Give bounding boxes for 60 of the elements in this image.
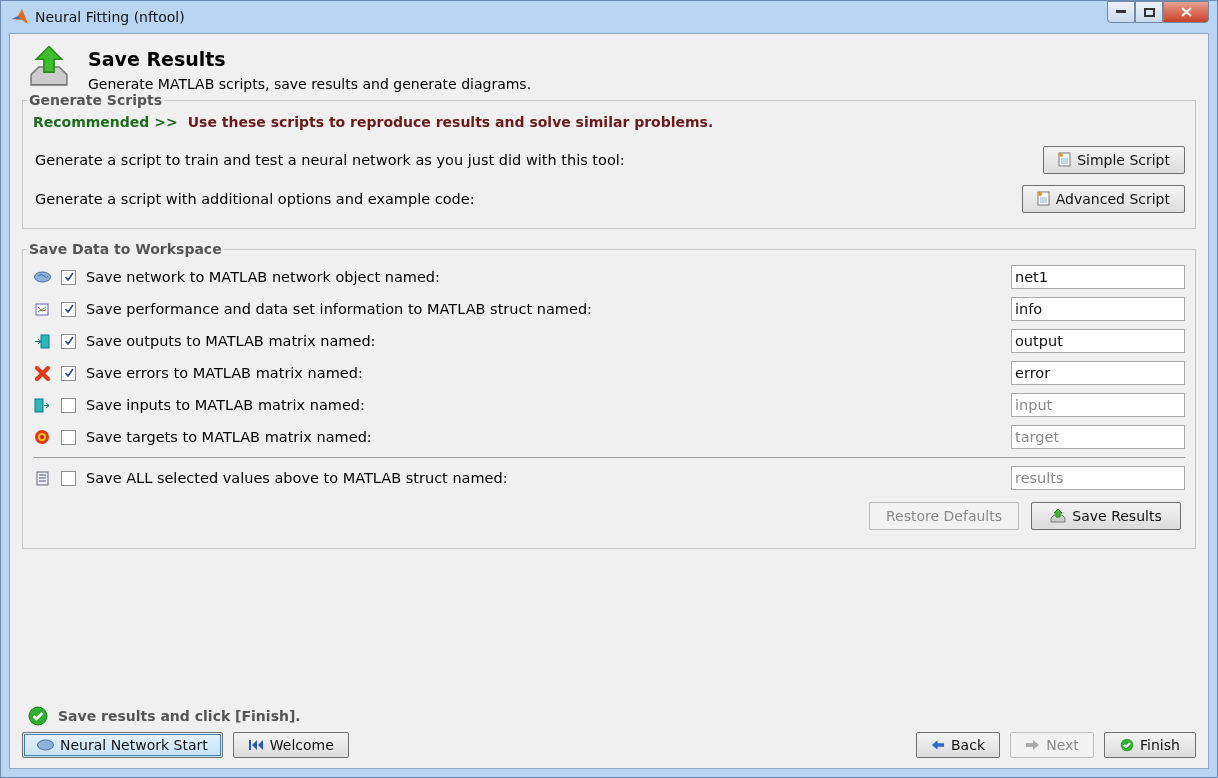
close-icon (1180, 7, 1192, 17)
checkbox[interactable] (61, 301, 76, 317)
tray-arrow-icon (1050, 508, 1067, 524)
group-title: Generate Scripts (28, 92, 163, 108)
option-label: Save performance and data set information to MATLAB struct named: (86, 301, 593, 317)
checkbox[interactable] (61, 269, 76, 285)
action-button[interactable]: Save Results (1031, 502, 1181, 530)
script-description: Generate a script to train and test a neural network as you just did with this tool: (35, 151, 626, 168)
input-field[interactable]: net1 (1011, 265, 1185, 289)
logo-icon (11, 8, 29, 26)
brain-icon (37, 739, 54, 751)
window-title: Neural Fitting (nftool) (35, 9, 185, 25)
option-label: Save errors to MATLAB matrix named: (86, 365, 364, 381)
input-field[interactable]: input (1011, 393, 1185, 417)
input-field[interactable]: results (1011, 466, 1185, 490)
document-icon (1058, 152, 1072, 167)
option-label: Save outputs to MATLAB matrix named: (86, 333, 377, 349)
list-icon (35, 470, 49, 486)
rewind-icon (247, 739, 264, 751)
option-label: Save inputs to MATLAB matrix named: (86, 397, 366, 413)
nav-button[interactable]: Neural Network Start (22, 732, 223, 758)
chart-icon (35, 302, 49, 316)
page-title: Save Results (88, 48, 227, 70)
target-icon (34, 429, 50, 445)
minimize-button[interactable] (1107, 1, 1135, 23)
nav-button[interactable]: Welcome (232, 732, 349, 758)
nav-button[interactable]: Back (916, 732, 1000, 758)
status-text: Save results and click [Finish]. (58, 708, 301, 724)
check-circle-icon (28, 706, 48, 726)
input-field[interactable]: error (1011, 361, 1185, 385)
option-label: Save targets to MATLAB matrix named: (86, 429, 373, 445)
group-title: Save Data to Workspace (28, 241, 223, 257)
checkbox[interactable] (61, 470, 76, 486)
checkbox[interactable] (61, 397, 76, 413)
input-field[interactable]: output (1011, 329, 1185, 353)
nav-button[interactable]: Finish (1104, 732, 1196, 758)
brain-icon (33, 271, 51, 283)
script-button[interactable]: Advanced Script (1021, 184, 1185, 213)
script-description: Generate a script with additional options and example code: (35, 190, 476, 207)
output-icon (34, 333, 50, 349)
left-arrow-icon (931, 739, 945, 751)
checkbox[interactable] (61, 429, 76, 445)
check-circle-icon (1120, 738, 1135, 752)
checkbox[interactable] (61, 365, 76, 381)
cross-icon (34, 365, 50, 381)
page-subtitle: Generate MATLAB scripts, save results and generate diagrams. (88, 76, 532, 92)
option-label: Save ALL selected values above to MATLAB struct named: (86, 470, 509, 486)
close-button[interactable] (1163, 1, 1209, 23)
recommended-label: Recommended >> (33, 114, 178, 130)
document-icon (1036, 191, 1050, 206)
script-button[interactable]: Simple Script (1043, 145, 1185, 174)
maximize-button[interactable] (1135, 1, 1163, 23)
right-arrow-icon (1025, 739, 1041, 751)
checkbox[interactable] (61, 333, 76, 349)
minimize-icon (1116, 10, 1126, 14)
option-label: Save network to MATLAB network object named: (86, 269, 441, 285)
input-icon (34, 397, 50, 413)
maximize-icon (1143, 7, 1155, 17)
hint-text: Use these scripts to reproduce results and solve similar problems. (187, 114, 714, 130)
input-field[interactable]: info (1011, 297, 1185, 321)
